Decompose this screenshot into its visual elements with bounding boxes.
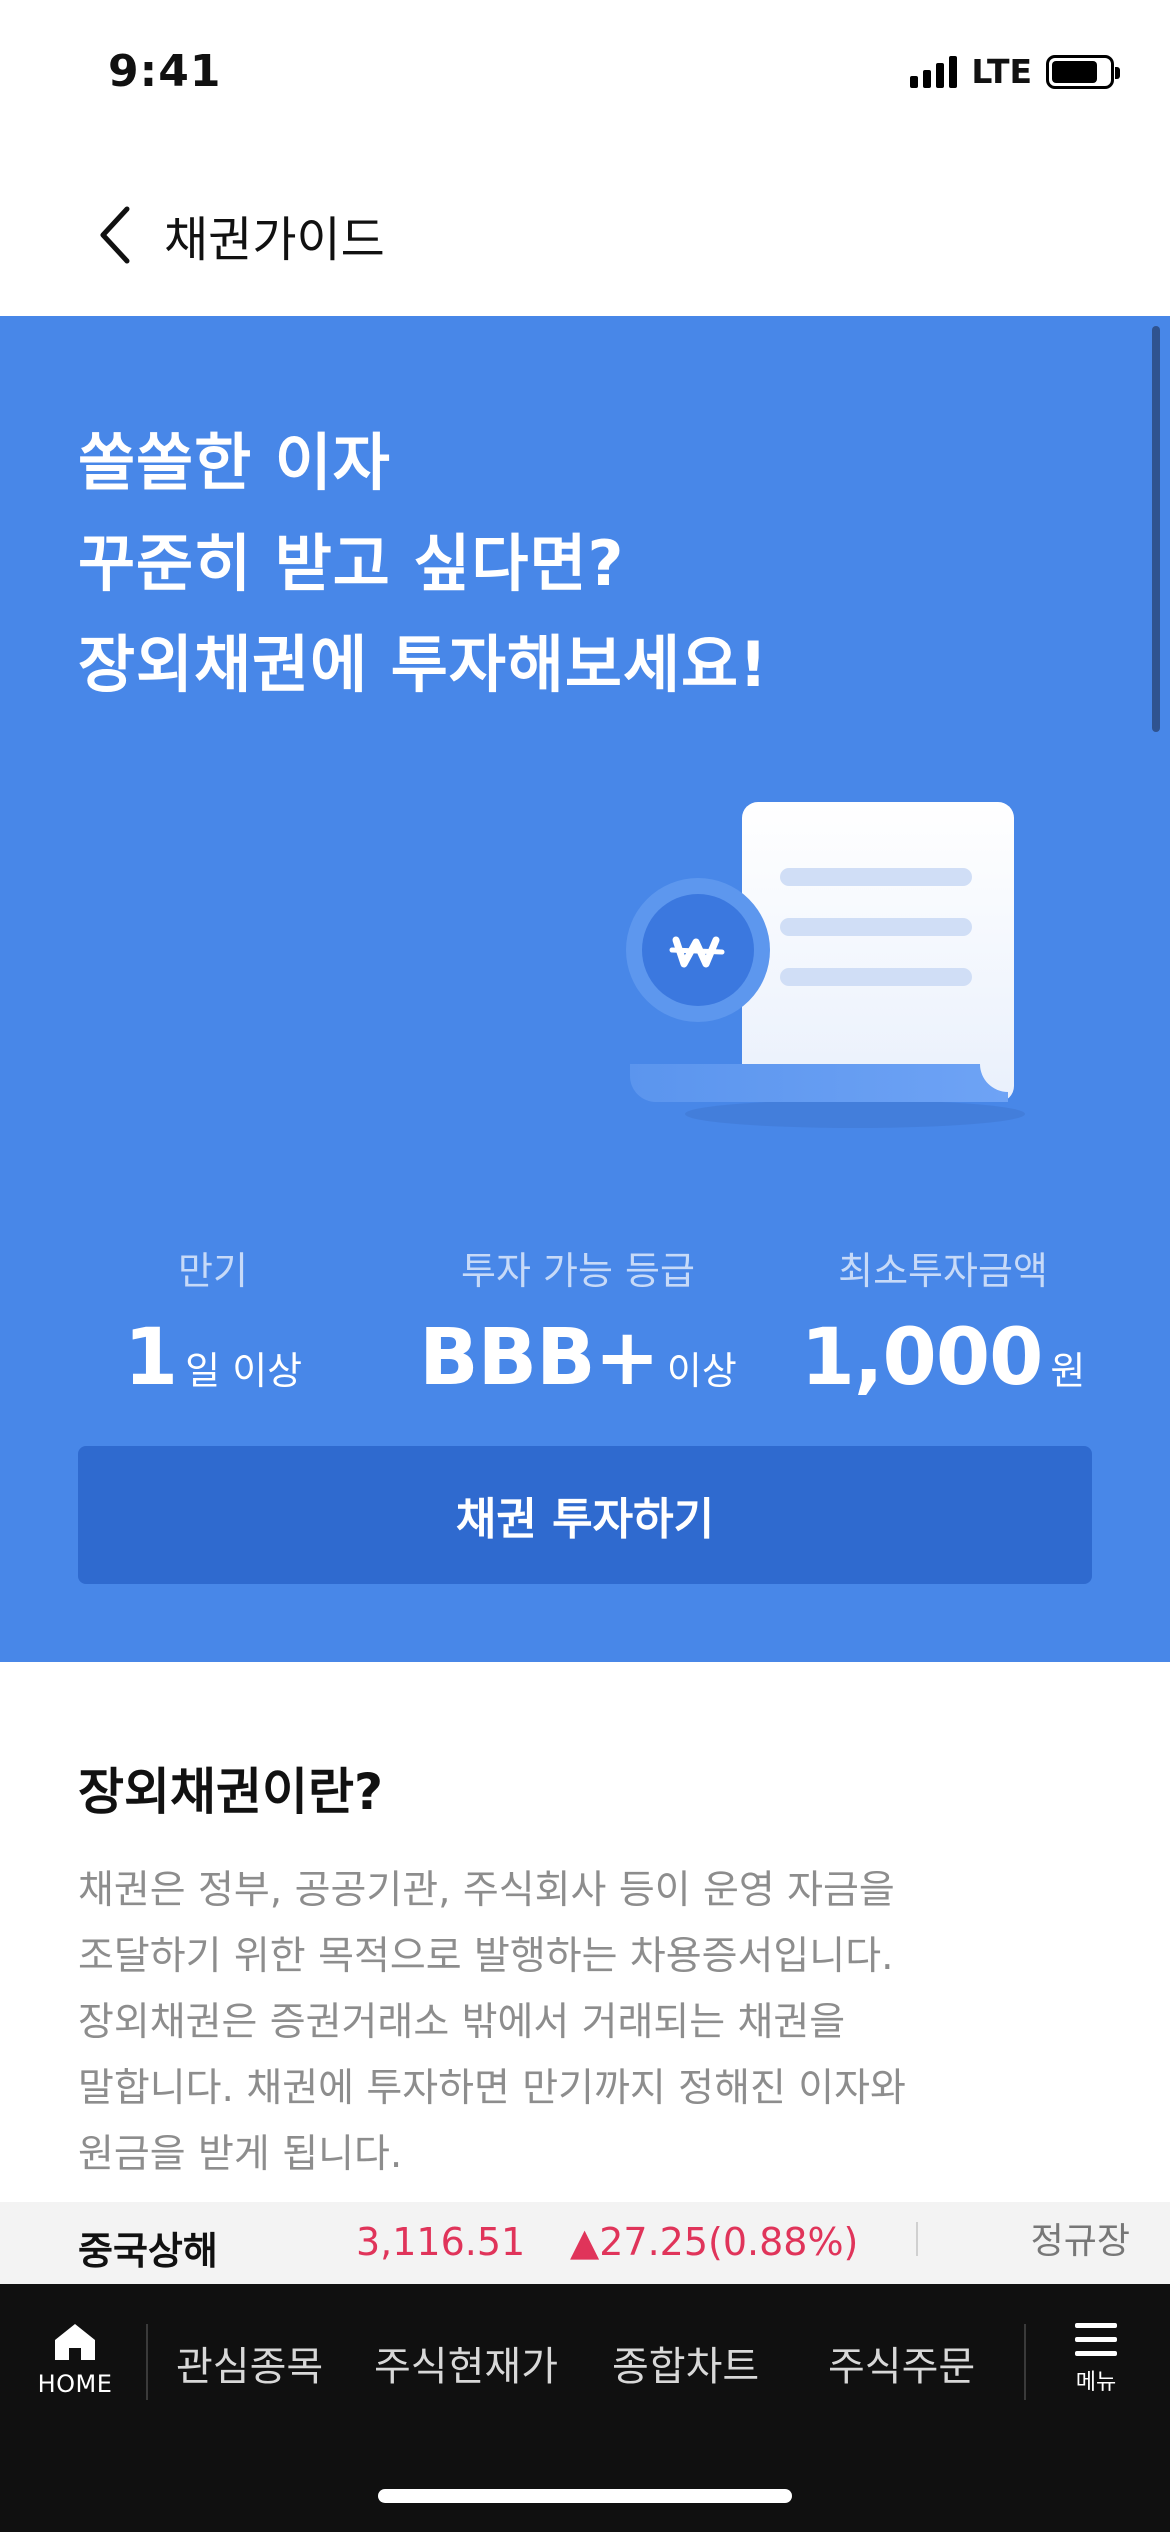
stat-grade: 투자 가능 등급 BBB+ 이상 xyxy=(408,1240,748,1403)
won-coin-icon xyxy=(626,878,770,1022)
page-header: 채권가이드 xyxy=(0,160,1170,310)
hero-line: 쏠쏠한 이자 xyxy=(78,426,391,499)
bond-invest-button[interactable]: 채권 투자하기 xyxy=(78,1446,1092,1584)
back-button[interactable] xyxy=(60,180,170,290)
battery-icon xyxy=(1046,54,1120,89)
stat-label: 만기 xyxy=(178,1249,248,1293)
section-body-line: 채권은 정부, 공공기관, 주식회사 등이 운영 자금을 xyxy=(78,1868,895,1913)
divider xyxy=(916,2222,918,2256)
chevron-left-icon xyxy=(100,206,130,264)
section-body: 채권은 정부, 공공기관, 주식회사 등이 운영 자금을 조달하기 위한 목적으… xyxy=(78,1858,1098,2188)
bond-description-section: 장외채권이란? 채권은 정부, 공공기관, 주식회사 등이 운영 자금을 조달하… xyxy=(78,1752,1098,2188)
section-body-line: 원금을 받게 됩니다. xyxy=(78,2132,403,2177)
nav-item-stock-price[interactable]: 주식현재가 xyxy=(374,2334,558,2392)
bond-illustration xyxy=(626,802,1025,1128)
nav-item-chart[interactable]: 종합차트 xyxy=(612,2334,759,2392)
status-time: 9:41 xyxy=(108,46,222,97)
hamburger-menu-icon xyxy=(1075,2323,1117,2356)
hero-banner: 쏠쏠한 이자 꾸준히 받고 싶다면? 장외채권에 투자해보세요! 만기 1 일 … xyxy=(0,316,1170,1662)
ticker-session: 정규장 xyxy=(1030,2221,1130,2262)
section-title: 장외채권이란? xyxy=(78,1763,384,1821)
divider xyxy=(146,2324,148,2400)
ticker-name: 중국상해 xyxy=(78,2229,218,2273)
nav-home-button[interactable]: HOME xyxy=(20,2320,130,2430)
hero-headline: 쏠쏠한 이자 꾸준히 받고 싶다면? 장외채권에 투자해보세요! xyxy=(78,412,768,715)
status-indicators: LTE xyxy=(910,52,1120,91)
network-label: LTE xyxy=(971,52,1032,91)
nav-menu-label: 메뉴 xyxy=(1075,2370,1117,2395)
stat-value: 1,000 원 xyxy=(800,1313,1086,1403)
hero-line: 꾸준히 받고 싶다면? xyxy=(78,527,625,600)
stat-min-amount: 최소투자금액 1,000 원 xyxy=(788,1240,1098,1403)
home-indicator[interactable] xyxy=(378,2489,792,2503)
signal-icon xyxy=(910,55,958,88)
stat-value: BBB+ 이상 xyxy=(419,1313,737,1403)
section-body-line: 장외채권은 증권거래소 밖에서 거래되는 채권을 xyxy=(78,2000,846,2045)
stat-label: 최소투자금액 xyxy=(838,1249,1048,1293)
status-bar: 9:41 LTE xyxy=(0,0,1170,150)
ticker-price: 3,116.51 xyxy=(356,2220,526,2264)
section-body-line: 조달하기 위한 목적으로 발행하는 차용증서입니다. xyxy=(78,1934,894,1979)
ticker-change: ▲27.25(0.88%) xyxy=(570,2220,859,2264)
nav-menu-button[interactable]: 메뉴 xyxy=(1056,2320,1136,2396)
stat-value: 1일 이상 xyxy=(123,1313,303,1403)
nav-home-label: HOME xyxy=(37,2370,113,2398)
scrollbar-thumb[interactable] xyxy=(1152,326,1160,732)
bond-stats: 만기 1일 이상 투자 가능 등급 BBB+ 이상 최소투자금액 1,000 원 xyxy=(78,1240,1098,1403)
page-title: 채권가이드 xyxy=(164,212,385,268)
market-ticker[interactable]: 중국상해 3,116.51 ▲27.25(0.88%) 정규장 xyxy=(0,2202,1170,2284)
stat-maturity: 만기 1일 이상 xyxy=(78,1240,348,1403)
nav-item-watchlist[interactable]: 관심종목 xyxy=(176,2334,323,2392)
home-icon xyxy=(55,2324,95,2360)
stat-label: 투자 가능 등급 xyxy=(461,1249,695,1293)
section-body-line: 말합니다. 채권에 투자하면 만기까지 정해진 이자와 xyxy=(78,2066,906,2111)
nav-item-order[interactable]: 주식주문 xyxy=(828,2334,975,2392)
divider xyxy=(1024,2324,1026,2400)
hero-line: 장외채권에 투자해보세요! xyxy=(78,628,769,701)
